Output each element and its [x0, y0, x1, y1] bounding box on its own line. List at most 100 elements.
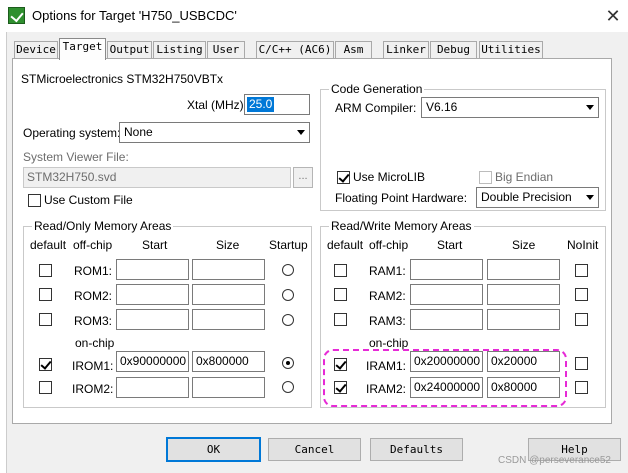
- irom1-default-checkbox[interactable]: [39, 358, 52, 371]
- use-custom-file-label: Use Custom File: [44, 193, 133, 207]
- tab-device[interactable]: Device: [14, 41, 58, 59]
- big-endian-checkbox[interactable]: [479, 171, 492, 184]
- ram2-default-checkbox[interactable]: [334, 288, 347, 301]
- iram2-noinit-checkbox[interactable]: [575, 381, 588, 394]
- tab-listing[interactable]: Listing: [153, 41, 206, 59]
- svd-input[interactable]: STM32H750.svd: [23, 167, 291, 188]
- fp-hardware-select[interactable]: Double Precision: [476, 187, 599, 208]
- rw-header-noinit: NoInit: [567, 238, 599, 252]
- fp-hardware-value: Double Precision: [481, 190, 572, 204]
- tab-output[interactable]: Output: [107, 41, 152, 59]
- ram2-size-input[interactable]: [487, 284, 560, 305]
- rom3-label: ROM3:: [74, 314, 113, 328]
- rw-header-start: Start: [437, 238, 463, 252]
- ram1-label: RAM1:: [369, 264, 406, 278]
- big-endian-label: Big Endian: [495, 170, 554, 184]
- xtal-input[interactable]: 25.0: [244, 94, 310, 115]
- ram1-default-checkbox[interactable]: [334, 264, 347, 277]
- irom1-start-input[interactable]: 0x90000000: [116, 351, 189, 372]
- irom2-label: IROM2:: [72, 382, 114, 396]
- arm-compiler-value: V6.16: [426, 100, 458, 114]
- ro-header-default: default: [30, 238, 67, 252]
- readwrite-memory-title: Read/Write Memory Areas: [329, 219, 474, 233]
- ro-onchip-label: on-chip: [75, 336, 115, 350]
- rom3-startup-radio[interactable]: [282, 314, 294, 326]
- rom2-start-input[interactable]: [116, 284, 189, 305]
- ro-header-start: Start: [142, 238, 168, 252]
- ok-button[interactable]: OK: [166, 437, 261, 462]
- irom1-label: IROM1:: [72, 359, 114, 373]
- ram1-start-input[interactable]: [410, 259, 483, 280]
- irom2-size-input[interactable]: [192, 377, 265, 398]
- rw-header-offchip: off-chip: [369, 238, 409, 252]
- ram3-size-input[interactable]: [487, 309, 560, 330]
- ro-header-startup: Startup: [269, 238, 308, 252]
- keil-logo-icon: [8, 7, 25, 24]
- device-name: STMicroelectronics STM32H750VBTx: [21, 72, 224, 86]
- fp-hardware-label: Floating Point Hardware:: [335, 191, 468, 205]
- rw-header-default: default: [327, 238, 364, 252]
- irom2-default-checkbox[interactable]: [39, 381, 52, 394]
- rom1-startup-radio[interactable]: [282, 264, 294, 276]
- os-select[interactable]: None: [119, 122, 310, 143]
- irom1-size-input[interactable]: 0x800000: [192, 351, 265, 372]
- chevron-down-icon: [293, 123, 309, 142]
- ro-header-offchip: off-chip: [73, 238, 113, 252]
- rom3-default-checkbox[interactable]: [39, 313, 52, 326]
- rom1-size-input[interactable]: [192, 259, 265, 280]
- watermark: CSDN @perseverance52: [498, 455, 611, 466]
- rom2-startup-radio[interactable]: [282, 289, 294, 301]
- os-value: None: [124, 125, 153, 139]
- tab-target[interactable]: Target: [59, 38, 106, 60]
- use-microlib-label: Use MicroLIB: [353, 170, 426, 184]
- rom2-default-checkbox[interactable]: [39, 288, 52, 301]
- rom1-label: ROM1:: [74, 264, 113, 278]
- chevron-down-icon: [582, 188, 598, 207]
- iram1-noinit-checkbox[interactable]: [575, 357, 588, 370]
- tab-debug[interactable]: Debug: [430, 41, 477, 59]
- rom3-size-input[interactable]: [192, 309, 265, 330]
- irom2-startup-radio[interactable]: [282, 381, 294, 393]
- ram1-size-input[interactable]: [487, 259, 560, 280]
- ram3-default-checkbox[interactable]: [334, 313, 347, 326]
- svd-browse-button[interactable]: ...: [293, 167, 313, 188]
- iram-highlight-annotation: [323, 349, 567, 407]
- xtal-label: Xtal (MHz):: [187, 98, 247, 112]
- use-custom-file-checkbox[interactable]: [28, 194, 41, 207]
- title-bar: Options for Target 'H750_USBCDC' ✕: [0, 0, 628, 32]
- arm-compiler-select[interactable]: V6.16: [421, 97, 599, 118]
- rw-header-size: Size: [512, 238, 536, 252]
- tab-linker[interactable]: Linker: [383, 41, 429, 59]
- defaults-button[interactable]: Defaults: [370, 438, 463, 461]
- svd-label: System Viewer File:: [23, 150, 129, 164]
- ram3-label: RAM3:: [369, 314, 406, 328]
- chevron-down-icon: [582, 98, 598, 117]
- os-label: Operating system:: [23, 126, 121, 140]
- rom2-size-input[interactable]: [192, 284, 265, 305]
- tab-cpp[interactable]: C/C++ (AC6): [256, 41, 334, 59]
- rom3-start-input[interactable]: [116, 309, 189, 330]
- ram2-label: RAM2:: [369, 289, 406, 303]
- irom1-startup-radio[interactable]: [282, 357, 294, 369]
- irom2-start-input[interactable]: [116, 377, 189, 398]
- ram2-start-input[interactable]: [410, 284, 483, 305]
- window-title: Options for Target 'H750_USBCDC': [32, 8, 237, 23]
- code-generation-title: Code Generation: [329, 82, 425, 96]
- use-microlib-checkbox[interactable]: [337, 171, 350, 184]
- tab-utilities[interactable]: Utilities: [479, 41, 543, 59]
- cancel-button[interactable]: Cancel: [268, 438, 361, 461]
- ram2-noinit-checkbox[interactable]: [575, 288, 588, 301]
- rw-onchip-label: on-chip: [369, 336, 409, 350]
- ram3-noinit-checkbox[interactable]: [575, 313, 588, 326]
- arm-compiler-label: ARM Compiler:: [335, 101, 417, 115]
- ram3-start-input[interactable]: [410, 309, 483, 330]
- ro-header-size: Size: [216, 238, 240, 252]
- tab-user[interactable]: User: [207, 41, 245, 59]
- close-icon[interactable]: ✕: [600, 4, 626, 28]
- tab-asm[interactable]: Asm: [335, 41, 372, 59]
- rom2-label: ROM2:: [74, 289, 113, 303]
- readonly-memory-title: Read/Only Memory Areas: [32, 219, 174, 233]
- rom1-start-input[interactable]: [116, 259, 189, 280]
- rom1-default-checkbox[interactable]: [39, 264, 52, 277]
- ram1-noinit-checkbox[interactable]: [575, 264, 588, 277]
